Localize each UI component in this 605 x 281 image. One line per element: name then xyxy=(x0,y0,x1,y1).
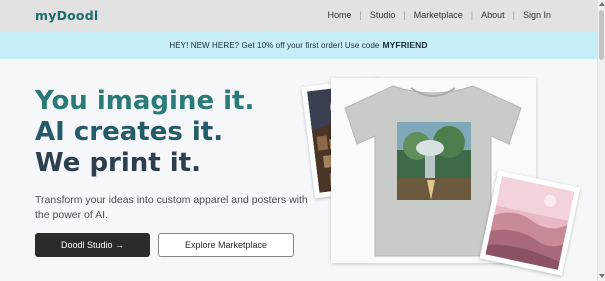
nav-separator: | xyxy=(359,10,362,20)
hero-subtitle: Transform your ideas into custom apparel… xyxy=(35,194,308,221)
explore-marketplace-button[interactable]: Explore Marketplace xyxy=(158,233,294,257)
nav-about-link[interactable]: About xyxy=(481,10,505,20)
nav-studio-link[interactable]: Studio xyxy=(370,10,396,20)
nav-home-link[interactable]: Home xyxy=(327,10,351,20)
promo-code: MYFRIEND xyxy=(382,40,428,50)
scroll-down-arrow-icon[interactable] xyxy=(599,274,605,278)
headline-line-3: We print it. xyxy=(35,148,201,178)
headline-line-2: AI creates it. xyxy=(35,117,224,147)
hero-headline: You imagine it. AI creates it. We print … xyxy=(35,86,254,179)
nav-separator: | xyxy=(512,10,515,20)
doodl-studio-button[interactable]: Doodl Studio → xyxy=(35,233,150,257)
page: myDoodl Home | Studio | Marketplace | Ab… xyxy=(0,0,605,281)
hero-image-collage xyxy=(298,60,598,281)
scroll-up-arrow-icon[interactable] xyxy=(599,2,605,6)
promo-banner: HEY! NEW HERE? Get 10% off your first or… xyxy=(0,31,597,59)
headline-line-1: You imagine it. xyxy=(35,86,255,116)
scrollbar-thumb[interactable] xyxy=(599,10,604,60)
top-nav-bar: myDoodl Home | Studio | Marketplace | Ab… xyxy=(0,0,597,31)
pink-desert-poster-image xyxy=(479,170,581,276)
pink-desert-illustration xyxy=(485,176,575,270)
nav-sign-in-link[interactable]: Sign In xyxy=(523,10,551,20)
site-logo[interactable]: myDoodl xyxy=(35,8,98,23)
main-nav: Home | Studio | Marketplace | About | Si… xyxy=(327,10,551,20)
promo-text: HEY! NEW HERE? Get 10% off your first or… xyxy=(169,40,380,50)
nav-marketplace-link[interactable]: Marketplace xyxy=(414,10,463,20)
nav-separator: | xyxy=(470,10,474,20)
nav-separator: | xyxy=(403,10,406,20)
page-scrollbar[interactable] xyxy=(597,0,605,281)
